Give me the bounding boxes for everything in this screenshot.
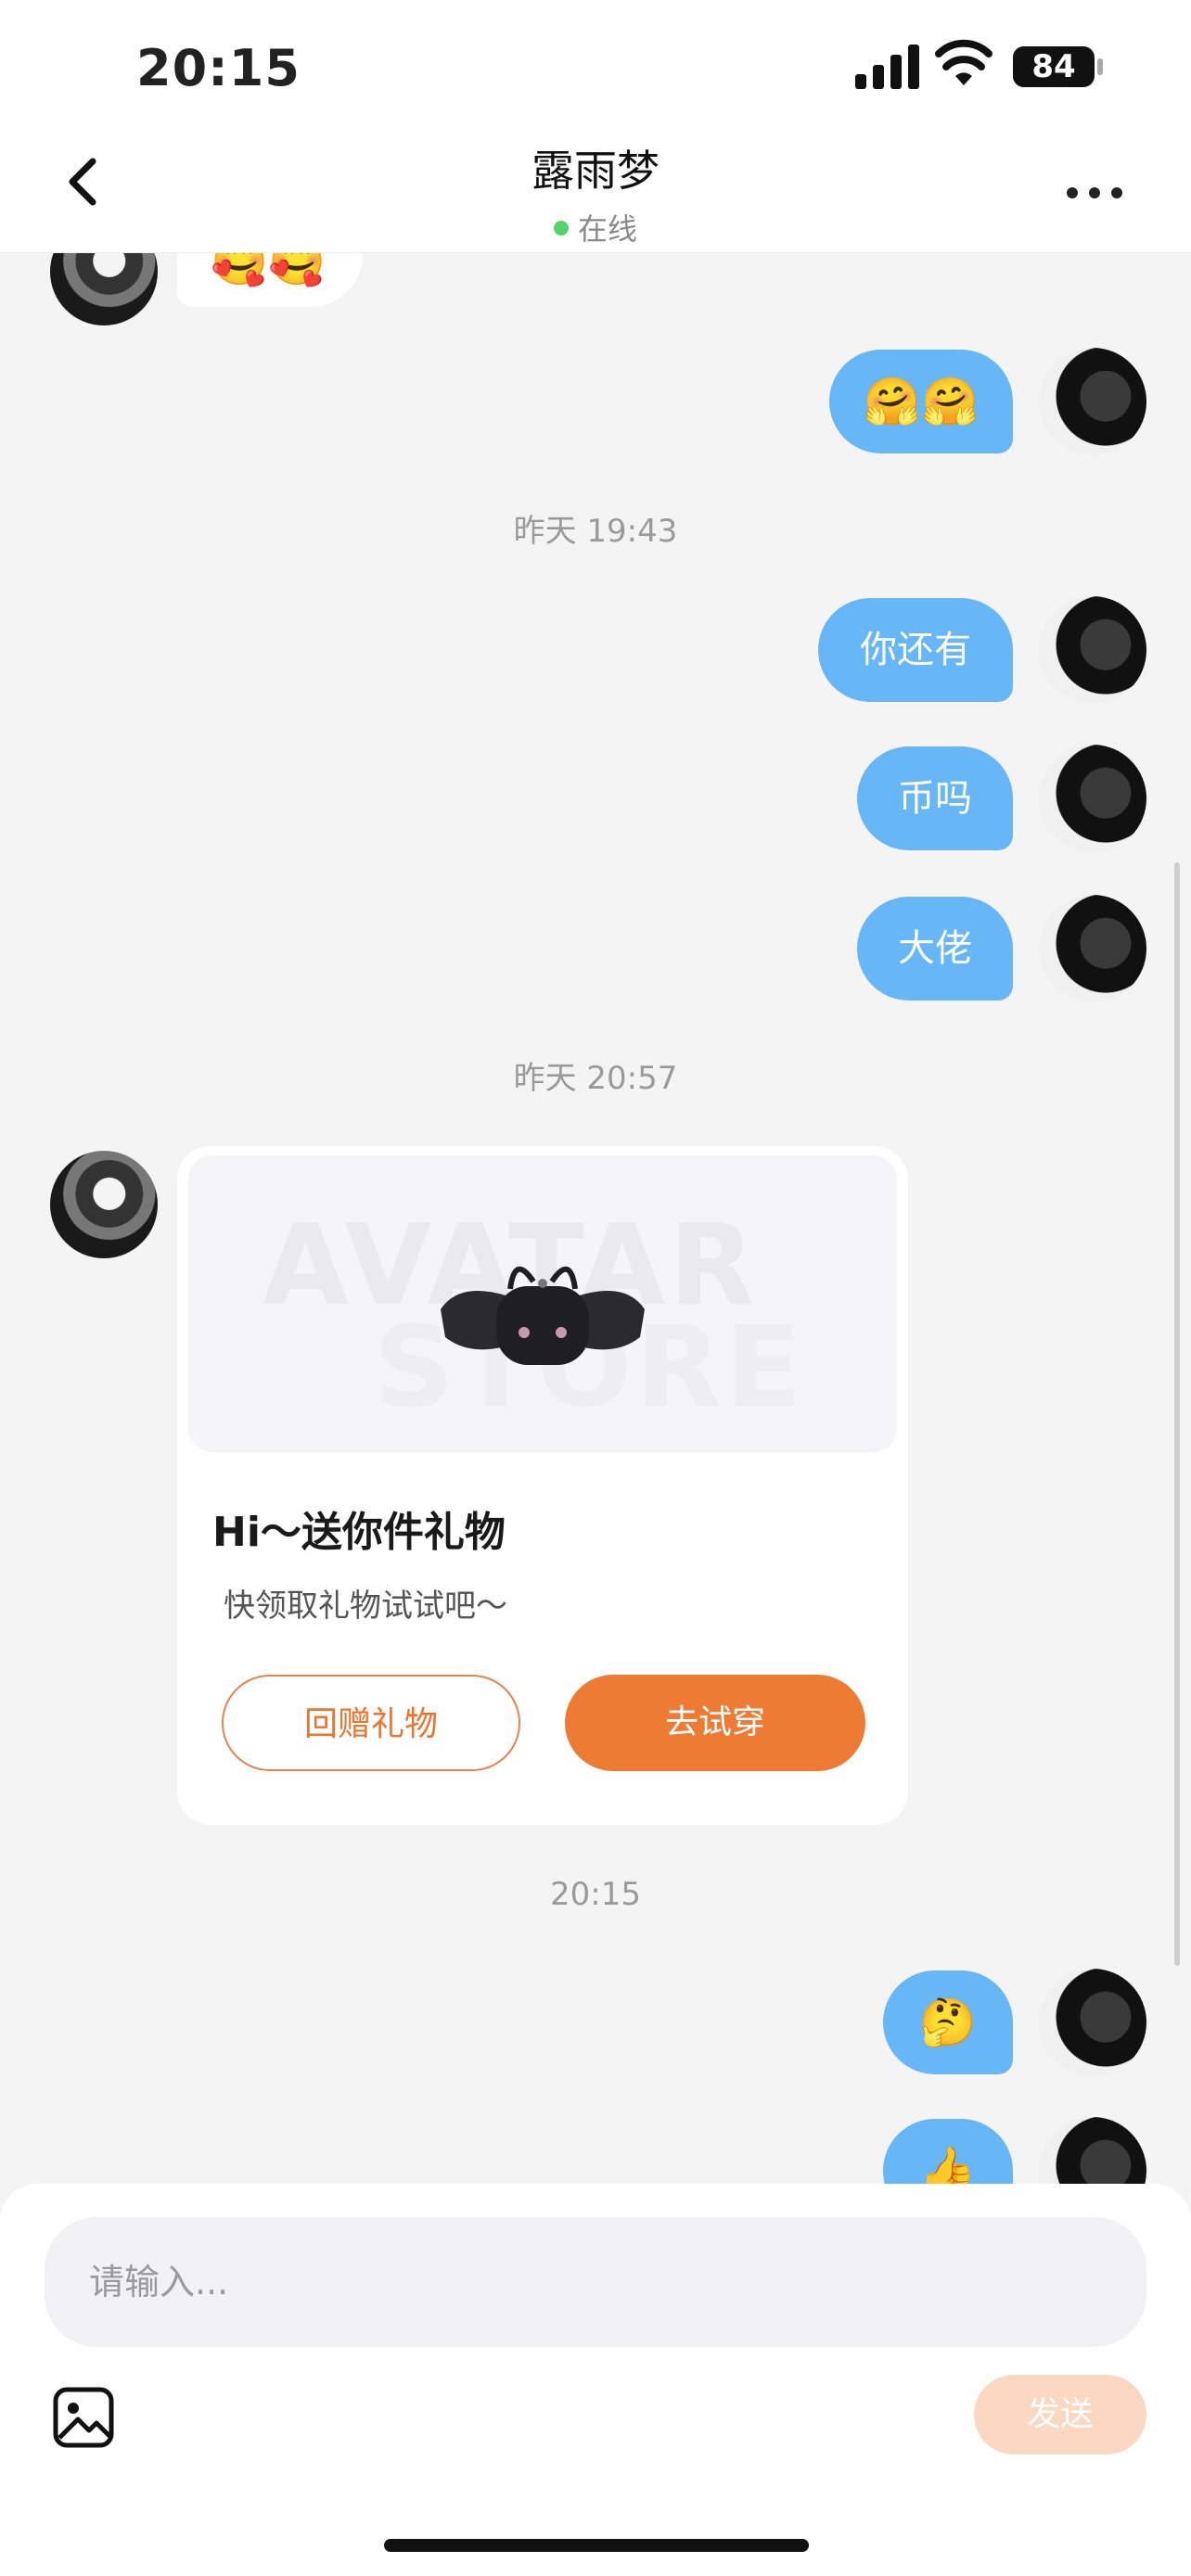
wifi-icon — [935, 39, 992, 85]
presence-status: 在线 — [0, 206, 1191, 249]
status-time: 20:15 — [136, 39, 301, 97]
gift-subtitle: 快领取礼物试试吧～ — [224, 1588, 507, 1625]
battery-percentage: 84 — [1031, 48, 1076, 85]
return-gift-button[interactable]: 回赠礼物 — [222, 1675, 520, 1771]
input-placeholder: 请输入... — [89, 2262, 229, 2302]
battery-cap — [1097, 58, 1103, 75]
more-icon[interactable] — [1067, 187, 1126, 206]
home-indicator[interactable] — [384, 2539, 809, 2552]
self-avatar[interactable] — [1039, 2117, 1146, 2184]
self-avatar[interactable] — [1039, 1969, 1146, 2076]
outgoing-message[interactable]: 🤗🤗 — [829, 350, 1013, 453]
outgoing-message[interactable]: 你还有 — [818, 598, 1013, 702]
status-bar: 20:15 84 — [0, 0, 1191, 130]
incoming-message[interactable]: 🥰🥰 — [177, 253, 363, 307]
try-on-button[interactable]: 去试穿 — [565, 1675, 865, 1771]
scrollbar[interactable] — [1174, 862, 1180, 1966]
composer: 请输入... 发送 — [0, 2184, 1191, 2576]
message-text: 🤔 — [918, 1996, 978, 2049]
send-button[interactable]: 发送 — [974, 2375, 1146, 2455]
outgoing-message[interactable]: 大佬 — [857, 897, 1013, 1001]
outgoing-message[interactable]: 币吗 — [857, 746, 1013, 850]
message-list[interactable]: 🥰🥰 🤗🤗 昨天 19:43 你还有 币吗 大佬 昨天 20:57 AVATAR… — [0, 253, 1191, 2184]
gift-card[interactable]: AVATAR STORE Hi～送你件礼物 快领取礼物试试吧～ 回赠礼物 去试穿 — [177, 1146, 908, 1825]
signal-icon — [855, 43, 920, 89]
timestamp: 昨天 19:43 — [513, 513, 678, 550]
peer-avatar[interactable] — [50, 1151, 158, 1258]
self-avatar[interactable] — [1039, 596, 1146, 704]
chat-header: 露雨梦 在线 — [0, 130, 1191, 253]
message-input[interactable]: 请输入... — [45, 2217, 1146, 2347]
outgoing-message[interactable]: 🤔 — [883, 1970, 1013, 2074]
message-text: 你还有 — [860, 629, 971, 671]
message-text: 币吗 — [898, 777, 972, 820]
gift-image[interactable]: AVATAR STORE — [188, 1155, 897, 1452]
timestamp: 20:15 — [550, 1876, 641, 1913]
presence-label: 在线 — [577, 211, 637, 247]
timestamp: 昨天 20:57 — [513, 1060, 678, 1097]
chat-title: 露雨梦 — [531, 146, 660, 196]
message-text: 👍 — [918, 2144, 978, 2184]
battery-icon: 84 — [1013, 46, 1095, 87]
peer-avatar[interactable] — [50, 253, 158, 325]
image-icon[interactable] — [50, 2384, 117, 2451]
outgoing-message[interactable]: 👍 — [883, 2119, 1013, 2184]
message-text: 🤗🤗 — [863, 375, 980, 428]
self-avatar[interactable] — [1039, 745, 1146, 852]
message-text: 大佬 — [898, 927, 972, 970]
gift-title: Hi～送你件礼物 — [212, 1509, 506, 1556]
online-dot — [553, 221, 569, 236]
message-text: 🥰🥰 — [211, 253, 327, 288]
self-avatar[interactable] — [1039, 895, 1146, 1002]
bat-bag-icon — [441, 1267, 645, 1365]
self-avatar[interactable] — [1039, 348, 1146, 455]
